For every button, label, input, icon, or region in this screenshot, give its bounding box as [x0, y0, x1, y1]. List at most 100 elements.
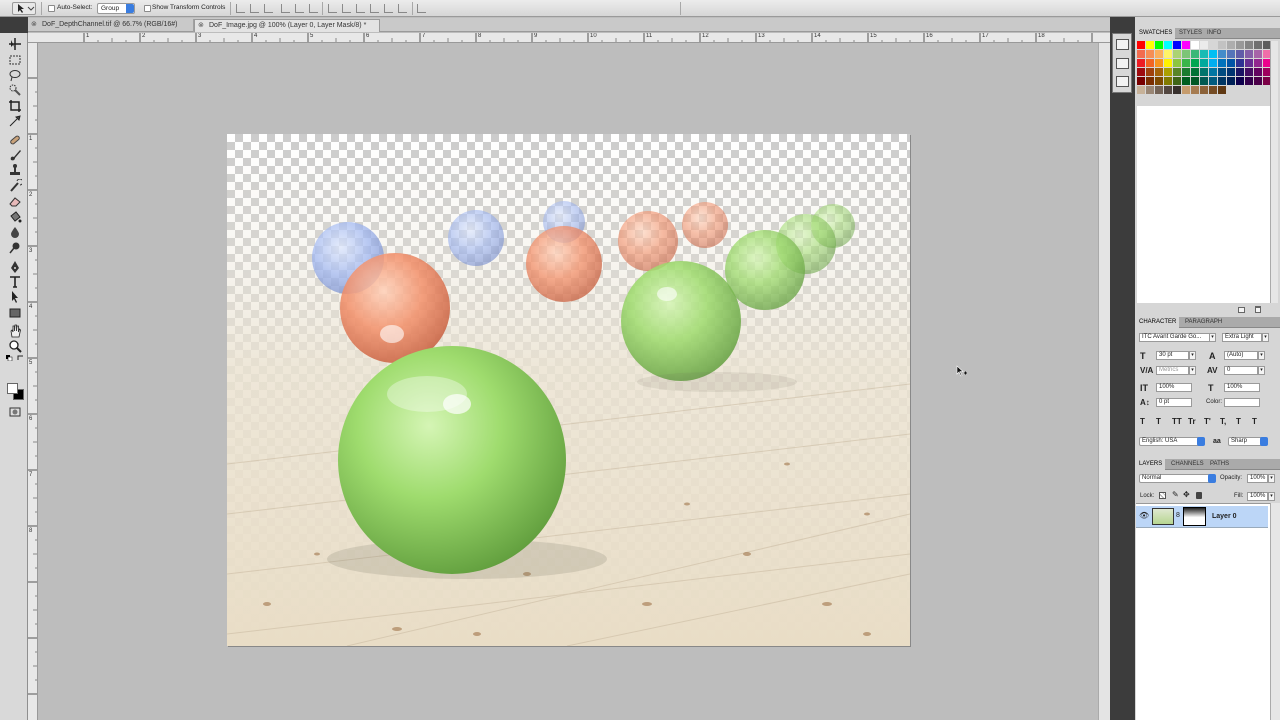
align-top-edges-icon[interactable]	[236, 4, 245, 13]
type-style-button[interactable]: TT	[1172, 417, 1182, 426]
font-style-field[interactable]: Extra Light	[1222, 333, 1262, 342]
color-swatch[interactable]	[1173, 77, 1181, 85]
color-swatch[interactable]	[1236, 59, 1244, 67]
color-swatch[interactable]	[1254, 77, 1262, 85]
show-transform-checkbox[interactable]	[144, 5, 151, 12]
color-swatch[interactable]	[1137, 50, 1145, 58]
tab-swatches[interactable]: SWATCHES	[1136, 28, 1176, 39]
marquee-tool-icon[interactable]	[8, 53, 22, 67]
trash-icon[interactable]	[1255, 306, 1261, 313]
color-swatch[interactable]	[1200, 86, 1208, 94]
color-swatch[interactable]	[1173, 59, 1181, 67]
color-swatch[interactable]	[1218, 59, 1226, 67]
chevron-down-icon[interactable]	[1197, 437, 1205, 446]
leading-field[interactable]: (Auto)	[1224, 351, 1258, 360]
color-swatch[interactable]	[1155, 59, 1163, 67]
color-swatch[interactable]	[1182, 59, 1190, 67]
tab-dof-image[interactable]: ⊗ DoF_Image.jpg @ 100% (Layer 0, Layer M…	[194, 19, 380, 32]
color-swatch[interactable]	[1173, 68, 1181, 76]
tab-channels[interactable]: CHANNELS	[1168, 459, 1207, 470]
color-swatch[interactable]	[1200, 41, 1208, 49]
tab-paths[interactable]: PATHS	[1207, 459, 1232, 470]
color-swatch[interactable]	[1182, 86, 1190, 94]
color-swatch[interactable]	[1164, 41, 1172, 49]
color-swatch[interactable]	[1191, 86, 1199, 94]
color-swatch[interactable]	[1155, 41, 1163, 49]
color-swatch[interactable]	[1245, 41, 1253, 49]
color-swatch[interactable]	[1227, 59, 1235, 67]
color-swatch[interactable]	[1146, 59, 1154, 67]
color-swatch[interactable]	[1254, 50, 1262, 58]
dodge-tool-icon[interactable]	[8, 241, 22, 255]
color-swatch[interactable]	[1218, 68, 1226, 76]
type-style-button[interactable]: T'	[1204, 417, 1211, 426]
color-swatch[interactable]	[1146, 77, 1154, 85]
color-swatch[interactable]	[1236, 68, 1244, 76]
chevron-down-icon[interactable]: ▾	[1262, 333, 1269, 342]
color-swatch[interactable]	[1245, 59, 1253, 67]
distribute-left-icon[interactable]	[370, 4, 379, 13]
color-swatch[interactable]	[1146, 68, 1154, 76]
healing-brush-tool-icon[interactable]	[8, 133, 22, 147]
color-swatch[interactable]	[1209, 77, 1217, 85]
swatches-grid[interactable]	[1137, 41, 1272, 105]
zoom-tool-icon[interactable]	[8, 339, 22, 353]
clone-stamp-tool-icon[interactable]	[8, 163, 22, 177]
align-horizontal-centers-icon[interactable]	[295, 4, 304, 13]
tracking-field[interactable]: 0	[1224, 366, 1258, 375]
color-swatch[interactable]	[1227, 68, 1235, 76]
history-brush-tool-icon[interactable]	[8, 178, 24, 193]
color-swatch[interactable]	[1137, 86, 1145, 94]
color-swatch[interactable]	[1137, 68, 1145, 76]
color-swatch[interactable]	[1155, 86, 1163, 94]
color-swatch[interactable]	[1182, 50, 1190, 58]
history-panel-icon[interactable]	[1116, 39, 1129, 50]
color-swatch[interactable]	[1173, 86, 1181, 94]
brush-tool-icon[interactable]	[8, 148, 22, 162]
color-swatch[interactable]	[1173, 41, 1181, 49]
eye-icon[interactable]: 👁	[1139, 512, 1149, 520]
color-swatch[interactable]	[1137, 59, 1145, 67]
color-swatch[interactable]	[1218, 50, 1226, 58]
distribute-right-icon[interactable]	[398, 4, 407, 13]
color-swatch[interactable]	[1218, 41, 1226, 49]
chevron-down-icon[interactable]: ▾	[1258, 366, 1265, 375]
color-swatch[interactable]	[1191, 68, 1199, 76]
chevron-down-icon[interactable]: ▾	[1189, 351, 1196, 360]
type-style-button[interactable]: T,	[1220, 417, 1226, 426]
lock-position-icon[interactable]: ✥	[1183, 491, 1190, 499]
chevron-down-icon[interactable]: ▾	[1209, 333, 1216, 342]
quick-selection-tool-icon[interactable]	[8, 83, 22, 97]
lock-image-icon[interactable]: ✎	[1172, 491, 1179, 499]
auto-align-layers-icon[interactable]	[417, 4, 426, 13]
color-swatch[interactable]	[1155, 50, 1163, 58]
align-vertical-centers-icon[interactable]	[250, 4, 259, 13]
color-swatch[interactable]	[1146, 41, 1154, 49]
color-swatch[interactable]	[1146, 50, 1154, 58]
tab-layers[interactable]: LAYERS	[1136, 459, 1166, 470]
color-swatch[interactable]	[1155, 77, 1163, 85]
fill-field[interactable]: 100%	[1247, 492, 1268, 501]
pen-tool-icon[interactable]	[8, 260, 22, 274]
tab-dof-depthchannel[interactable]: ⊗ DoF_DepthChannel.tif @ 66.7% (RGB/16#)	[28, 19, 194, 32]
color-swatch[interactable]	[1245, 50, 1253, 58]
type-tool-icon[interactable]	[8, 275, 22, 289]
crop-tool-icon[interactable]	[8, 99, 22, 113]
eyedropper-tool-icon[interactable]	[8, 114, 22, 128]
color-swatch[interactable]	[1191, 77, 1199, 85]
paint-bucket-tool-icon[interactable]	[8, 210, 22, 224]
font-family-field[interactable]: ITC Avant Garde Go...	[1139, 333, 1212, 342]
color-swatch[interactable]	[1245, 77, 1253, 85]
color-swatch[interactable]	[1137, 77, 1145, 85]
color-swatch[interactable]	[1254, 41, 1262, 49]
tab-paragraph[interactable]: PARAGRAPH	[1182, 317, 1225, 328]
lasso-tool-icon[interactable]	[8, 68, 22, 82]
color-swatch[interactable]	[1227, 77, 1235, 85]
color-swatch[interactable]	[1137, 41, 1145, 49]
blend-mode-field[interactable]: Normal	[1139, 474, 1215, 483]
color-swatch[interactable]	[1218, 86, 1226, 94]
eraser-tool-icon[interactable]	[8, 194, 22, 208]
document-canvas[interactable]	[227, 134, 910, 646]
type-style-button[interactable]: T	[1236, 417, 1241, 426]
auto-select-dropdown[interactable]: Group	[97, 3, 135, 14]
